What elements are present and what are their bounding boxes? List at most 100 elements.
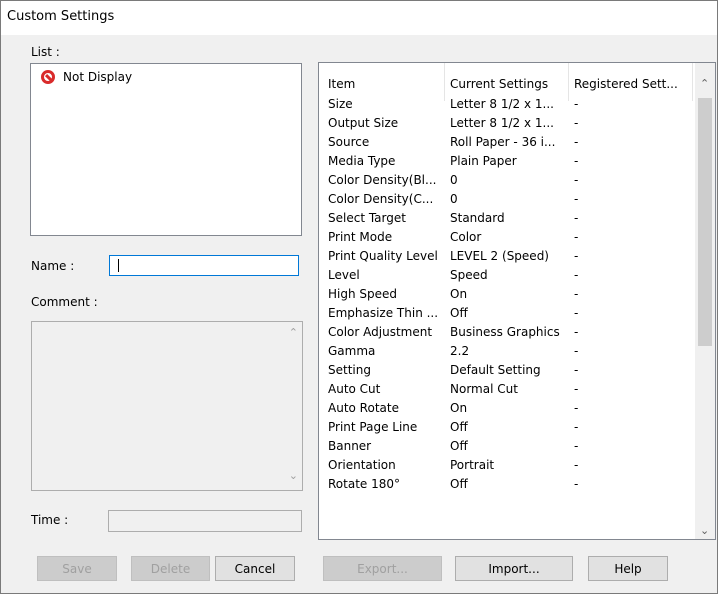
current-setting-cell: 2.2 [450, 344, 470, 358]
table-row[interactable]: Rotate 180° Off - [319, 477, 693, 496]
current-setting-cell: Business Graphics [450, 325, 560, 339]
registered-setting-cell: - [574, 382, 579, 396]
time-label: Time : [31, 513, 69, 527]
table-row[interactable]: Color Density(C... 0 - [319, 192, 693, 211]
table-row[interactable]: Emphasize Thin ... Off - [319, 306, 693, 325]
text-caret [118, 259, 119, 272]
item-cell: Auto Rotate [328, 401, 399, 415]
registered-setting-cell: - [574, 230, 579, 244]
column-header-registered-settings[interactable]: Registered Sett... [574, 77, 678, 91]
table-row[interactable]: Print Mode Color - [319, 230, 693, 249]
registered-setting-cell: - [574, 344, 579, 358]
item-cell: Auto Cut [328, 382, 381, 396]
current-setting-cell: Color [450, 230, 482, 244]
item-cell: High Speed [328, 287, 398, 301]
column-divider[interactable] [692, 63, 693, 101]
export-button[interactable]: Export... [323, 556, 442, 581]
item-cell: Media Type [328, 154, 396, 168]
item-cell: Orientation [328, 458, 396, 472]
table-row[interactable]: Media Type Plain Paper - [319, 154, 693, 173]
item-cell: Print Page Line [328, 420, 418, 434]
registered-setting-cell: - [574, 249, 579, 263]
table-row[interactable]: Level Speed - [319, 268, 693, 287]
current-setting-cell: Roll Paper - 36 i... [450, 135, 556, 149]
item-cell: Emphasize Thin ... [328, 306, 439, 320]
table-row[interactable]: Print Page Line Off - [319, 420, 693, 439]
item-cell: Print Mode [328, 230, 393, 244]
import-button[interactable]: Import... [455, 556, 573, 581]
table-row[interactable]: Size Letter 8 1/2 x 1... - [319, 97, 693, 116]
current-setting-cell: Default Setting [450, 363, 541, 377]
table-row[interactable]: High Speed On - [319, 287, 693, 306]
registered-setting-cell: - [574, 363, 579, 377]
item-cell: Select Target [328, 211, 406, 225]
column-divider[interactable] [444, 63, 445, 101]
comment-field[interactable]: ⌃ ⌄ [31, 321, 303, 491]
name-input[interactable] [109, 255, 299, 276]
table-row[interactable]: Print Quality Level LEVEL 2 (Speed) - [319, 249, 693, 268]
table-row[interactable]: Output Size Letter 8 1/2 x 1... - [319, 116, 693, 135]
column-header-current-settings[interactable]: Current Settings [450, 77, 548, 91]
table-row[interactable]: Banner Off - [319, 439, 693, 458]
table-row[interactable]: Auto Cut Normal Cut - [319, 382, 693, 401]
item-cell: Size [328, 97, 353, 111]
current-setting-cell: LEVEL 2 (Speed) [450, 249, 549, 263]
item-cell: Level [328, 268, 360, 282]
item-cell: Color Density(C... [328, 192, 434, 206]
scroll-down-icon[interactable]: ⌄ [700, 524, 709, 537]
table-row[interactable]: Color Adjustment Business Graphics - [319, 325, 693, 344]
current-setting-cell: Portrait [450, 458, 495, 472]
comment-label: Comment : [31, 295, 98, 309]
column-divider[interactable] [568, 63, 569, 101]
table-row[interactable]: Select Target Standard - [319, 211, 693, 230]
scroll-up-icon: ⌃ [288, 326, 298, 339]
registered-setting-cell: - [574, 192, 579, 206]
settings-listbox[interactable]: Not Display [30, 63, 302, 236]
registered-setting-cell: - [574, 154, 579, 168]
registered-setting-cell: - [574, 477, 579, 491]
settings-table[interactable]: Item Current Settings Registered Sett...… [318, 62, 716, 540]
table-row[interactable]: Auto Rotate On - [319, 401, 693, 420]
list-label: List : [31, 45, 60, 59]
current-setting-cell: 0 [450, 192, 458, 206]
list-item-label: Not Display [63, 70, 133, 84]
table-row[interactable]: Setting Default Setting - [319, 363, 693, 382]
item-cell: Print Quality Level [328, 249, 438, 263]
registered-setting-cell: - [574, 173, 579, 187]
registered-setting-cell: - [574, 420, 579, 434]
title-bar: Custom Settings [1, 1, 717, 35]
item-cell: Gamma [328, 344, 376, 358]
item-cell: Rotate 180° [328, 477, 401, 491]
save-button[interactable]: Save [37, 556, 117, 581]
scroll-up-icon[interactable]: ⌃ [700, 77, 709, 90]
current-setting-cell: On [450, 287, 468, 301]
registered-setting-cell: - [574, 306, 579, 320]
table-row[interactable]: Source Roll Paper - 36 i... - [319, 135, 693, 154]
current-setting-cell: Letter 8 1/2 x 1... [450, 97, 554, 111]
delete-button[interactable]: Delete [131, 556, 210, 581]
registered-setting-cell: - [574, 268, 579, 282]
item-cell: Source [328, 135, 370, 149]
registered-setting-cell: - [574, 211, 579, 225]
table-row[interactable]: Color Density(Bl... 0 - [319, 173, 693, 192]
registered-setting-cell: - [574, 97, 579, 111]
item-cell: Banner [328, 439, 372, 453]
registered-setting-cell: - [574, 439, 579, 453]
table-row[interactable]: Orientation Portrait - [319, 458, 693, 477]
table-row[interactable]: Gamma 2.2 - [319, 344, 693, 363]
item-cell: Color Adjustment [328, 325, 433, 339]
window-title: Custom Settings [7, 9, 115, 24]
help-button[interactable]: Help [588, 556, 668, 581]
registered-setting-cell: - [574, 401, 579, 415]
scrollbar-thumb[interactable] [698, 98, 712, 346]
scroll-down-icon: ⌄ [288, 469, 298, 482]
current-setting-cell: Letter 8 1/2 x 1... [450, 116, 554, 130]
current-setting-cell: 0 [450, 173, 458, 187]
column-header-item[interactable]: Item [328, 77, 355, 91]
cancel-button[interactable]: Cancel [215, 556, 295, 581]
list-item[interactable]: Not Display [41, 70, 132, 84]
table-header: Item Current Settings Registered Sett... [319, 63, 693, 101]
table-scrollbar[interactable]: ⌃ ⌄ [695, 63, 715, 539]
current-setting-cell: On [450, 401, 468, 415]
current-setting-cell: Normal Cut [450, 382, 518, 396]
